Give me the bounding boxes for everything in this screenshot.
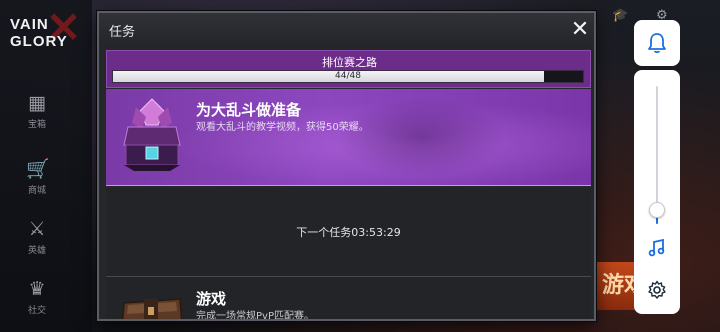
left-navigation-rail: ✕ VAIN GLORY ▦ 宝箱 🛒 商城 ⚔ 英雄 ♛ 社交 [0,0,92,332]
quest-card-next[interactable]: 游戏 完成一场常规PvP匹配赛。 [106,277,591,321]
rail-item-guild[interactable]: ♛ 社交 [14,278,60,316]
quest-title: 游戏 [196,290,227,308]
game-logo: ✕ VAIN GLORY [10,7,82,62]
rail-item-label: 社交 [27,306,46,316]
quest-description: 完成一场常规PvP匹配赛。 [196,311,314,321]
close-button[interactable]: ✕ [569,19,591,41]
close-icon: ✕ [570,17,590,42]
dialog-title: 任务 [109,25,136,40]
rail-item-label: 英雄 [27,246,46,256]
rail-item-treasure[interactable]: ▦ 宝箱 [14,92,60,130]
shop-icon: 🛒 [26,158,50,180]
graduation-cap-icon[interactable]: 🎓 [612,8,628,23]
progress-label: 排位赛之路 [322,56,377,69]
heroes-icon: ⚔ [28,218,46,240]
rail-item-shop[interactable]: 🛒 商城 [14,158,60,196]
next-quest-timer: 下一个任务03:53:29 [296,226,401,239]
treasure-icon: ▦ [28,92,46,114]
dialog-header: 任务 ✕ [99,13,594,47]
rail-item-label: 宝箱 [27,120,46,130]
wooden-crate-icon [122,298,183,319]
quest-dialog: 任务 ✕ 排位赛之路 44/48 为大乱斗做准备 观看大乱斗的教学视频，获得50… [97,11,596,321]
progress-value: 44/48 [335,71,361,81]
side-control-panel [634,70,680,314]
volume-slider-knob[interactable] [649,202,665,218]
rail-item-label: 商城 [27,186,46,196]
settings-button[interactable] [645,278,669,302]
quest-description: 观看大乱斗的教学视频，获得50荣耀。 [196,122,369,133]
quest-title: 为大乱斗做准备 [196,101,302,119]
ranked-road-progress: 排位赛之路 44/48 [106,50,591,88]
music-button[interactable] [645,236,669,260]
rail-item-heroes[interactable]: ⚔ 英雄 [14,218,60,256]
notification-button[interactable] [634,20,680,66]
progress-track: 44/48 [112,70,584,83]
music-note-icon [648,238,665,257]
settings-gear-icon [648,280,666,299]
guild-icon: ♛ [28,278,46,300]
crystal-chest-icon [123,98,181,171]
quest-card-active[interactable]: 为大乱斗做准备 观看大乱斗的教学视频，获得50荣耀。 [106,89,591,186]
next-quest-timer-area: 下一个任务03:53:29 [106,188,591,276]
bell-icon [648,33,666,54]
